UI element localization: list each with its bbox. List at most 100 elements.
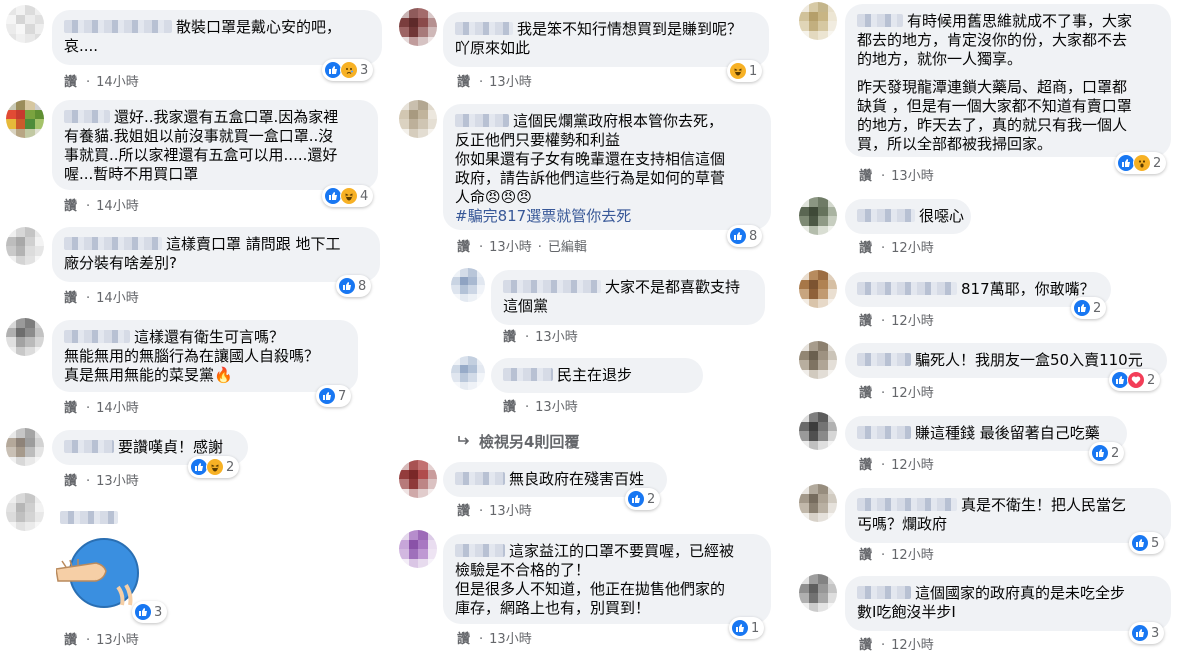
like-link[interactable]: 讚 — [859, 386, 872, 401]
avatar[interactable] — [399, 100, 437, 138]
like-link[interactable]: 讚 — [64, 291, 77, 306]
timestamp[interactable]: 14小時 — [96, 75, 139, 90]
timestamp[interactable]: 13小時 — [489, 632, 532, 647]
avatar[interactable] — [799, 484, 837, 522]
author-name[interactable] — [503, 280, 601, 293]
timestamp[interactable]: 14小時 — [96, 199, 139, 214]
reaction-summary[interactable]: 3 — [322, 59, 374, 81]
timestamp[interactable]: 12小時 — [891, 548, 934, 563]
avatar[interactable] — [6, 493, 44, 531]
reaction-summary[interactable]: 2 — [1071, 297, 1107, 319]
reaction-summary[interactable]: 2 — [1109, 369, 1161, 391]
like-link[interactable]: 讚 — [64, 401, 77, 416]
comment-text: 但是很多人不知道，他正在拋售他們家的 — [455, 580, 726, 598]
author-name[interactable] — [455, 114, 509, 127]
author-name[interactable] — [64, 237, 162, 250]
author-name[interactable] — [64, 20, 172, 33]
author-name[interactable] — [857, 426, 911, 439]
hashtag-link[interactable]: #騙完817選票就管你去死 — [455, 207, 759, 226]
timestamp[interactable]: 12小時 — [891, 386, 934, 401]
like-link[interactable]: 讚 — [859, 169, 872, 184]
author-name[interactable] — [857, 586, 911, 599]
reaction-summary[interactable]: 7 — [316, 385, 352, 407]
edited-label[interactable]: 已編輯 — [548, 240, 587, 255]
like-link[interactable]: 讚 — [64, 75, 77, 90]
timestamp[interactable]: 14小時 — [96, 401, 139, 416]
timestamp[interactable]: 13小時 — [535, 330, 578, 345]
author-name[interactable] — [455, 472, 505, 485]
avatar[interactable] — [799, 412, 837, 450]
reaction-summary[interactable]: 8 — [727, 225, 763, 247]
author-name[interactable] — [64, 440, 114, 453]
author-name[interactable] — [455, 22, 513, 35]
like-link[interactable]: 讚 — [64, 474, 77, 489]
author-name[interactable] — [503, 368, 553, 381]
author-name[interactable] — [857, 498, 957, 511]
avatar[interactable] — [451, 356, 485, 390]
reaction-summary[interactable]: 2 — [625, 488, 661, 510]
author-name[interactable] — [857, 209, 915, 222]
timestamp[interactable]: 13小時 — [535, 400, 578, 415]
avatar[interactable] — [799, 341, 837, 379]
like-link[interactable]: 讚 — [503, 330, 516, 345]
reaction-summary[interactable]: 2 — [1089, 442, 1125, 464]
like-link[interactable]: 讚 — [457, 504, 470, 519]
avatar[interactable] — [799, 574, 837, 612]
avatar[interactable] — [399, 8, 437, 46]
timestamp[interactable]: 13小時 — [891, 169, 934, 184]
reaction-summary[interactable]: 1 — [729, 617, 765, 639]
avatar[interactable] — [6, 428, 44, 466]
like-link[interactable]: 讚 — [457, 75, 470, 90]
sad-icon — [340, 61, 358, 79]
author-name[interactable] — [857, 14, 903, 27]
like-link[interactable]: 讚 — [503, 400, 516, 415]
timestamp[interactable]: 14小時 — [96, 291, 139, 306]
timestamp[interactable]: 13小時 — [489, 504, 532, 519]
author-name[interactable] — [857, 353, 911, 366]
view-more-replies-link[interactable]: 檢視另4則回覆 — [457, 431, 579, 452]
avatar[interactable] — [399, 460, 437, 498]
like-link[interactable]: 讚 — [64, 633, 77, 648]
avatar[interactable] — [399, 530, 437, 568]
like-link[interactable]: 讚 — [64, 199, 77, 214]
like-link[interactable]: 讚 — [859, 314, 872, 329]
avatar[interactable] — [799, 2, 837, 40]
like-link[interactable]: 讚 — [859, 638, 872, 653]
reaction-summary[interactable]: 8 — [336, 275, 372, 297]
avatar[interactable] — [6, 100, 44, 138]
avatar[interactable] — [451, 268, 485, 302]
author-name[interactable] — [455, 544, 505, 557]
fist-punch-sticker[interactable] — [55, 531, 146, 613]
like-link[interactable]: 讚 — [859, 548, 872, 563]
avatar[interactable] — [799, 270, 837, 308]
timestamp[interactable]: 12小時 — [891, 638, 934, 653]
reaction-count: 1 — [751, 620, 760, 636]
reaction-summary[interactable]: 1 — [727, 60, 763, 82]
reaction-summary[interactable]: 2 — [188, 456, 240, 478]
reaction-summary[interactable]: 3 — [132, 601, 168, 623]
timestamp[interactable]: 12小時 — [891, 241, 934, 256]
like-link[interactable]: 讚 — [457, 240, 470, 255]
like-link[interactable]: 讚 — [859, 241, 872, 256]
timestamp[interactable]: 12小時 — [891, 458, 934, 473]
like-link[interactable]: 讚 — [457, 632, 470, 647]
timestamp[interactable]: 13小時 — [96, 633, 139, 648]
reaction-summary[interactable]: 5 — [1129, 532, 1165, 554]
author-name[interactable] — [64, 330, 130, 343]
like-link[interactable]: 讚 — [859, 458, 872, 473]
reaction-summary[interactable]: 4 — [322, 185, 374, 207]
timestamp[interactable]: 12小時 — [891, 314, 934, 329]
avatar[interactable] — [6, 318, 44, 356]
timestamp[interactable]: 13小時 — [96, 474, 139, 489]
avatar[interactable] — [6, 5, 44, 43]
timestamp[interactable]: 13小時 — [489, 75, 532, 90]
avatar[interactable] — [799, 197, 837, 235]
reaction-summary[interactable]: 2 — [1115, 152, 1167, 174]
avatar[interactable] — [6, 227, 44, 265]
reaction-count: 2 — [1147, 372, 1156, 388]
timestamp[interactable]: 13小時 — [489, 240, 532, 255]
author-name[interactable] — [857, 282, 957, 295]
reaction-summary[interactable]: 3 — [1129, 622, 1165, 644]
author-name[interactable] — [64, 110, 110, 123]
author-name[interactable] — [60, 511, 118, 524]
